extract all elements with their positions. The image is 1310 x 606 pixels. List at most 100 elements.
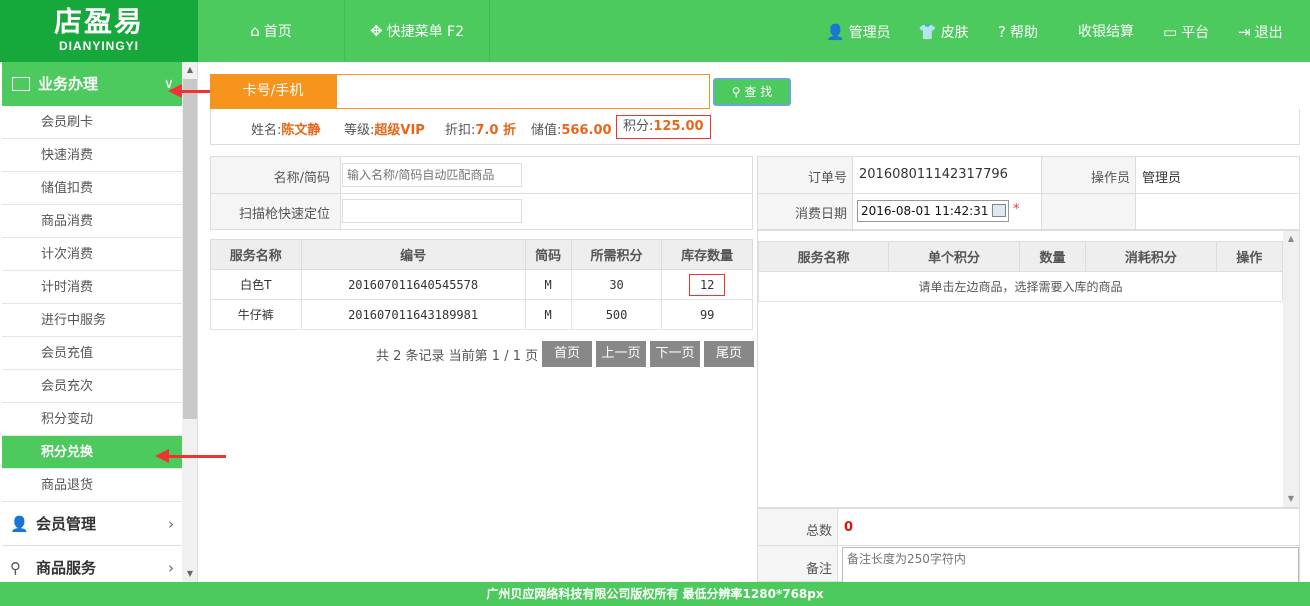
operator-value: 管理员 [1142, 171, 1182, 186]
scan-input[interactable] [342, 199, 522, 223]
scroll-down-icon[interactable]: ▼ [182, 566, 197, 582]
cart-panel: 服务名称 单个积分 数量 消耗积分 操作 请单击左边商品，选择需要入库的商品 ▲ ▼ [757, 230, 1300, 508]
form-row-divider [211, 193, 752, 194]
sidebar-item[interactable]: 会员充值 [2, 337, 182, 370]
nav-logout-label: 退出 [1254, 25, 1283, 41]
consume-date-label: 消费日期 [794, 207, 847, 222]
main-content: 卡号/手机 ⚲ 查 找 姓名:陈文静 等级:超级VIP 折扣:7.0 折 储值:… [198, 62, 1310, 583]
scrollbar-thumb[interactable] [183, 79, 197, 419]
consume-date-input[interactable]: 2016-08-01 11:42:31 [857, 200, 1009, 222]
scroll-up-icon[interactable]: ▲ [1283, 231, 1299, 247]
goods-column-header: 简码 [524, 239, 572, 270]
nav-platform[interactable]: ▭ 平台 [1163, 0, 1209, 62]
member-level-value: 超级VIP [374, 123, 425, 138]
search-icon: ⚲ [731, 85, 745, 99]
first-page-button[interactable]: 首页 [542, 341, 592, 367]
member-balance-label: 储值: [531, 123, 562, 138]
nav-cashier[interactable]: 收银结算 [1078, 0, 1134, 62]
sidebar-item[interactable]: 积分变动 [2, 403, 182, 436]
link-icon: ⚲ [10, 559, 21, 577]
scroll-up-icon[interactable]: ▲ [182, 62, 197, 78]
monitor-icon: ▭ [1163, 23, 1178, 41]
nav-skin[interactable]: 👕 皮肤 [918, 0, 969, 62]
cart-column-header: 消耗积分 [1085, 241, 1217, 272]
member-discount: 折扣:7.0 折 [445, 119, 516, 138]
chevron-right-icon: › [168, 559, 174, 577]
nav-quick-menu-label: 快捷菜单 F2 [386, 24, 464, 40]
table-cell: M [524, 269, 572, 300]
note-textarea[interactable] [842, 547, 1299, 583]
sidebar-item[interactable]: 储值扣费 [2, 172, 182, 205]
operator-label: 操作员 [1090, 171, 1130, 186]
nav-admin[interactable]: 👤 管理员 [826, 0, 891, 62]
chevron-right-icon: › [168, 515, 174, 533]
card-phone-input[interactable] [336, 74, 710, 109]
pager-summary: 共 2 条记录 当前第 1 / 1 页 [376, 349, 539, 364]
sidebar-item[interactable]: 商品消费 [2, 205, 182, 238]
nav-logout[interactable]: ⇥ 退出 [1238, 0, 1283, 62]
table-cell: 白色T [210, 269, 302, 300]
sidebar-item[interactable]: 进行中服务 [2, 304, 182, 337]
cart-scrollbar[interactable]: ▲ ▼ [1283, 231, 1299, 507]
order-number: 201608011142317796 [859, 167, 1008, 182]
member-level: 等级:超级VIP [344, 119, 425, 138]
calendar-icon[interactable] [992, 204, 1006, 217]
table-cell: 牛仔裤 [210, 299, 302, 330]
sidebar-items: 会员刷卡 快速消费 储值扣费 商品消费 计次消费 计时消费 进行中服务 会员充值 会员充次 积分变… [2, 106, 182, 502]
sidebar-item[interactable]: 商品退货 [2, 469, 182, 502]
sidebar-item[interactable]: 快速消费 [2, 139, 182, 172]
scroll-down-icon[interactable]: ▼ [1283, 491, 1299, 507]
goods-name-input[interactable] [342, 163, 522, 187]
sidebar-section-member[interactable]: 👤 会员管理 › [2, 502, 182, 546]
footer: 广州贝应网络科技有限公司版权所有 最低分辨率1280*768px [0, 582, 1310, 606]
sidebar-scrollbar[interactable]: ▲ ▼ [182, 62, 197, 582]
goods-name-label: 名称/简码 [273, 171, 330, 186]
goods-column-header: 库存数量 [661, 239, 753, 270]
member-name-value: 陈文静 [281, 123, 321, 138]
goods-table-wrap: 服务名称 编号 简码 所需积分 库存数量 白色T 201607011640545578 M 3… [210, 239, 753, 330]
table-row[interactable]: 牛仔裤 201607011643189981 M 500 99 [210, 299, 753, 330]
nav-skin-label: 皮肤 [940, 25, 969, 41]
next-page-button[interactable]: 下一页 [650, 341, 700, 367]
logo-subtitle: DIANYINGYI [58, 39, 139, 53]
sidebar-item[interactable]: 计次消费 [2, 238, 182, 271]
sidebar-section-business-label: 业务办理 [38, 75, 99, 93]
goods-column-header: 编号 [300, 239, 526, 270]
goods-table-header: 服务名称 编号 简码 所需积分 库存数量 [210, 239, 753, 270]
nav-help[interactable]: ? 帮助 [998, 0, 1038, 62]
member-discount-label: 折扣: [445, 123, 476, 138]
totals-panel: 总数 0 备注 [757, 508, 1300, 583]
table-cell: 201607011640545578 [300, 269, 526, 300]
sidebar-item[interactable]: 会员刷卡 [2, 106, 182, 139]
sidebar-section-goods-label: 商品服务 [36, 559, 97, 577]
member-icon: 👤 [10, 515, 29, 533]
nav-divider [489, 0, 490, 62]
sidebar-section-business[interactable]: 业务办理 ∨ [2, 62, 182, 106]
goods-column-header: 服务名称 [210, 239, 302, 270]
table-row[interactable]: 白色T 201607011640545578 M 30 12 [210, 269, 753, 300]
nav-quick-menu[interactable]: ✥ 快捷菜单 F2 [345, 0, 489, 62]
chart-icon [12, 77, 30, 91]
table-cell: 30 [570, 269, 663, 300]
sidebar-section-goods[interactable]: ⚲ 商品服务 › [2, 546, 182, 582]
member-info-row: 姓名:陈文静 等级:超级VIP 折扣:7.0 折 储值:566.00 积分:12… [210, 109, 1300, 145]
required-mark: * [1013, 202, 1020, 217]
total-value: 0 [844, 520, 854, 535]
member-name-label: 姓名: [251, 123, 282, 138]
sidebar-item[interactable]: 会员充次 [2, 370, 182, 403]
last-page-button[interactable]: 尾页 [704, 341, 754, 367]
order-number-label: 订单号 [807, 171, 847, 186]
home-icon: ⌂ [250, 22, 260, 40]
sidebar-menu: 业务办理 ∨ 会员刷卡 快速消费 储值扣费 商品消费 计次消费 计时消费 进行中服务 会员充值… [2, 62, 182, 582]
cart-column-header: 单个积分 [888, 241, 1020, 272]
sidebar-section-member-label: 会员管理 [36, 515, 97, 533]
sidebar-item[interactable]: 计时消费 [2, 271, 182, 304]
nav-home[interactable]: ⌂ 首页 [198, 0, 344, 62]
prev-page-button[interactable]: 上一页 [596, 341, 646, 367]
search-button[interactable]: ⚲ 查 找 [713, 78, 791, 106]
help-icon: ? [998, 23, 1006, 41]
table-cell: 201607011643189981 [300, 299, 526, 330]
goods-search-form: 名称/简码 扫描枪快速定位 [210, 156, 753, 230]
nav-platform-label: 平台 [1181, 25, 1210, 41]
scan-label: 扫描枪快速定位 [238, 207, 330, 222]
